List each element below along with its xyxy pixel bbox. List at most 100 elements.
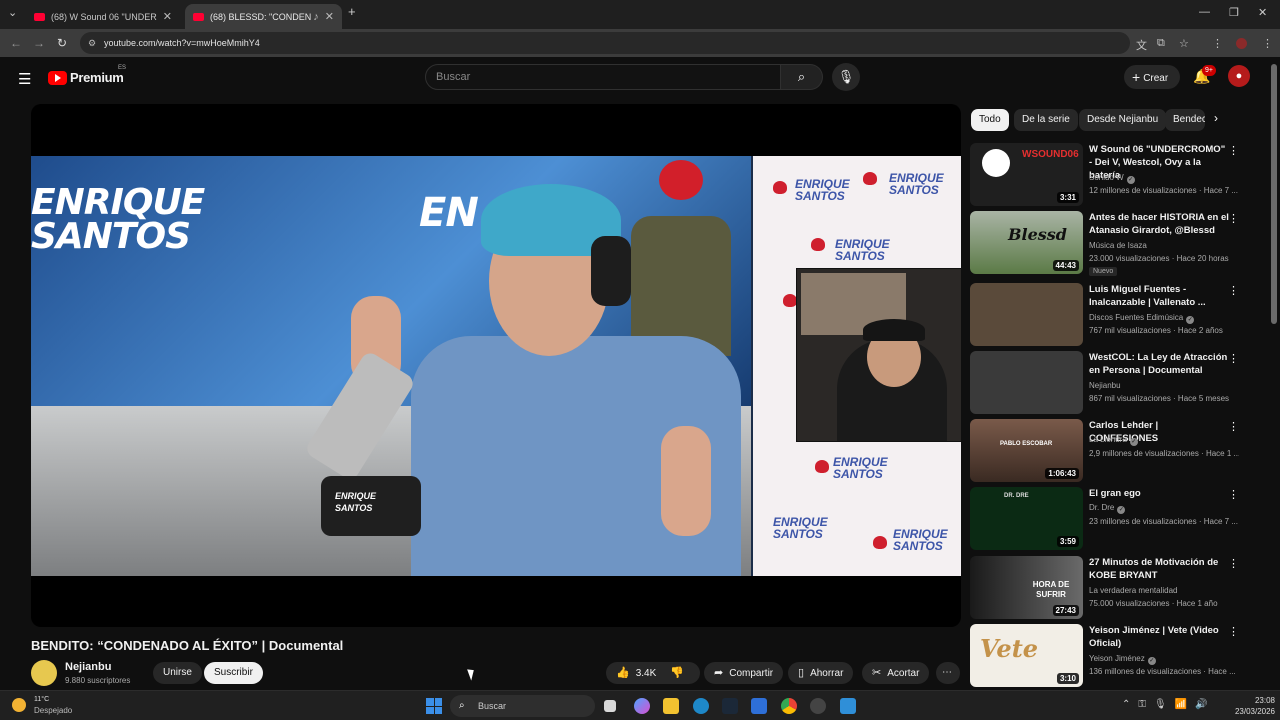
video-player[interactable]: ENRIQUE SANTOS EN ENRIQUE SANTOS ENRIQUE… — [31, 104, 961, 627]
more-vert-icon[interactable]: ⋮ — [1228, 144, 1239, 157]
browser-menu-icon[interactable]: ⋮ — [1262, 37, 1273, 50]
more-vert-icon[interactable]: ⋮ — [1228, 625, 1239, 638]
system-tray[interactable]: ⌃⚿🎙📶🔊 — [1122, 699, 1216, 710]
recommended-video[interactable]: HORA DE SUFRIR 27:43 27 Minutos de Motiv… — [970, 556, 1250, 620]
account-avatar[interactable]: ● — [1228, 65, 1250, 87]
more-vert-icon[interactable]: ⋮ — [1228, 557, 1239, 570]
video-title[interactable]: El gran ego — [1089, 487, 1229, 500]
channel-name[interactable]: Sonido W ✓ — [1089, 173, 1239, 184]
site-info-icon[interactable]: ⚙ — [88, 32, 96, 54]
chrome-icon[interactable] — [781, 698, 797, 714]
join-label: Unirse — [163, 667, 192, 678]
channel-name[interactable]: Nejianbu — [65, 661, 111, 673]
app-icon[interactable] — [810, 698, 826, 714]
chip-from-channel[interactable]: Desde Nejianbu — [1079, 109, 1167, 131]
video-frame[interactable]: ENRIQUE SANTOS EN ENRIQUE SANTOS ENRIQUE… — [31, 156, 961, 576]
video-title[interactable]: WestCOL: La Ley de Atracción en Persona … — [1089, 351, 1229, 377]
recommended-video[interactable]: Vete 3:10 Yeison Jiménez | Vete (Video O… — [970, 624, 1250, 688]
file-explorer-icon[interactable] — [663, 698, 679, 714]
more-vert-icon[interactable]: ⋮ — [1228, 284, 1239, 297]
new-tab-icon[interactable]: + — [348, 4, 356, 19]
copilot-icon[interactable] — [634, 698, 650, 714]
more-vert-icon[interactable]: ⋮ — [1228, 488, 1239, 501]
taskbar-search[interactable]: ⌕ Buscar — [450, 695, 595, 717]
voice-search-button[interactable]: 🎙 — [832, 63, 860, 91]
recommended-video[interactable]: WestCOL: La Ley de Atracción en Persona … — [970, 351, 1250, 415]
save-button[interactable]: ▯ Ahorrar — [788, 662, 854, 684]
chip-all[interactable]: Todo — [971, 109, 1009, 131]
video-title[interactable]: Antes de hacer HISTORIA en el Atanasio G… — [1089, 211, 1229, 237]
join-button[interactable]: Unirse — [153, 662, 202, 684]
page-scrollbar[interactable] — [1271, 64, 1277, 324]
channel-name[interactable]: Música de Isaza — [1089, 241, 1239, 250]
edge-icon[interactable] — [693, 698, 709, 714]
speaker-icon[interactable]: ♪ — [313, 11, 319, 23]
close-tab-icon[interactable]: ✕ — [325, 10, 334, 23]
like-button[interactable]: 👍 3.4K 👎 — [606, 662, 700, 684]
start-button[interactable] — [426, 698, 442, 714]
clip-button[interactable]: ✂ Acortar — [862, 662, 930, 684]
channel-name[interactable]: Discos Fuentes Edimúsica ✓ — [1089, 313, 1239, 324]
minimize-icon[interactable]: — — [1199, 6, 1210, 18]
more-actions-button[interactable]: ⋯ — [936, 662, 960, 684]
more-vert-icon[interactable]: ⋮ — [1228, 212, 1239, 225]
browser-tab-1[interactable]: (68) W Sound 06 "UNDERCRO ✕ — [26, 4, 180, 29]
reload-icon[interactable]: ↻ — [57, 36, 67, 50]
browser-tab-2[interactable]: (68) BLESSD: "CONDENADO ♪ ✕ — [185, 4, 342, 29]
video-thumbnail[interactable]: PABLO ESCOBAR 1:06:43 — [970, 419, 1083, 482]
back-icon[interactable]: ← — [10, 36, 22, 50]
close-window-icon[interactable]: ✕ — [1258, 6, 1267, 19]
channel-avatar[interactable] — [31, 660, 57, 686]
channel-name[interactable]: La verdadera mentalidad — [1089, 586, 1239, 595]
translate-icon[interactable]: 文 — [1136, 37, 1147, 53]
search-button[interactable]: ⌕ — [781, 64, 823, 90]
create-button[interactable]: + Crear — [1124, 65, 1180, 89]
share-button[interactable]: ➦ Compartir — [704, 662, 784, 684]
recommended-video[interactable]: Luis Miguel Fuentes - Inalcanzable | Val… — [970, 283, 1250, 347]
video-thumbnail[interactable]: Vete 3:10 — [970, 624, 1083, 687]
tab-list-icon[interactable]: ⌄ — [8, 6, 17, 19]
channel-name[interactable]: Dr. Dre ✓ — [1089, 503, 1239, 514]
extensions-icon[interactable]: ⋮ — [1212, 37, 1223, 50]
video-thumbnail[interactable]: DR. DRE 3:59 — [970, 487, 1083, 550]
video-title[interactable]: 27 Minutos de Motivación de KOBE BRYANT — [1089, 556, 1229, 582]
search-input[interactable]: Buscar — [425, 64, 781, 90]
video-title[interactable]: Yeison Jiménez | Vete (Video Oficial) — [1089, 624, 1229, 650]
channel-name[interactable]: Nejianbu — [1089, 381, 1239, 390]
install-app-icon[interactable]: ⧉ — [1157, 37, 1165, 50]
store-icon[interactable] — [751, 698, 767, 714]
clock[interactable]: 23:08 23/03/2026 — [1215, 695, 1275, 717]
chevron-right-icon[interactable]: › — [1214, 111, 1218, 125]
profile-avatar[interactable] — [1236, 38, 1247, 49]
subscribe-button[interactable]: Suscribir — [204, 662, 263, 684]
video-thumbnail[interactable]: WSOUND06 3:31 — [970, 143, 1083, 206]
video-thumbnail[interactable]: HORA DE SUFRIR 27:43 — [970, 556, 1083, 619]
task-view-icon[interactable] — [604, 700, 616, 712]
video-thumbnail[interactable]: Blessd 44:43 — [970, 211, 1083, 274]
chip-related[interactable]: Bendec — [1165, 109, 1205, 131]
steam-icon[interactable] — [722, 698, 738, 714]
video-thumbnail[interactable] — [970, 283, 1083, 346]
region-code: ES — [118, 65, 127, 71]
video-thumbnail[interactable] — [970, 351, 1083, 414]
more-vert-icon[interactable]: ⋮ — [1228, 352, 1239, 365]
hamburger-menu-icon[interactable]: ☰ — [18, 70, 31, 88]
video-title[interactable]: Luis Miguel Fuentes - Inalcanzable | Val… — [1089, 283, 1229, 309]
channel-name[interactable]: La Liendra ✓ — [1089, 435, 1239, 446]
recommended-video[interactable]: WSOUND06 3:31 W Sound 06 "UNDERCROMO" - … — [970, 143, 1250, 207]
maximize-icon[interactable]: ❐ — [1229, 6, 1239, 19]
url-field[interactable]: ⚙ youtube.com/watch?v=mwHoeMmihY4 — [80, 32, 1130, 54]
duration-badge: 3:31 — [1056, 192, 1079, 203]
more-vert-icon[interactable]: ⋮ — [1228, 420, 1239, 433]
thumbs-down-icon[interactable]: 👎 — [670, 662, 684, 684]
recommended-video[interactable]: PABLO ESCOBAR 1:06:43 Carlos Lehder | CO… — [970, 419, 1250, 483]
forward-icon[interactable]: → — [33, 36, 45, 50]
youtube-premium-logo[interactable]: Premium ES — [48, 65, 126, 85]
chip-from-series[interactable]: De la serie — [1014, 109, 1078, 131]
recommended-video[interactable]: Blessd 44:43 Antes de hacer HISTORIA en … — [970, 211, 1250, 276]
photos-icon[interactable] — [840, 698, 856, 714]
close-tab-icon[interactable]: ✕ — [163, 10, 172, 23]
recommended-video[interactable]: DR. DRE 3:59 El gran ego Dr. Dre ✓ 23 mil… — [970, 487, 1250, 551]
bookmark-star-icon[interactable]: ☆ — [1179, 37, 1189, 50]
channel-name[interactable]: Yeison Jiménez ✓ — [1089, 654, 1239, 665]
